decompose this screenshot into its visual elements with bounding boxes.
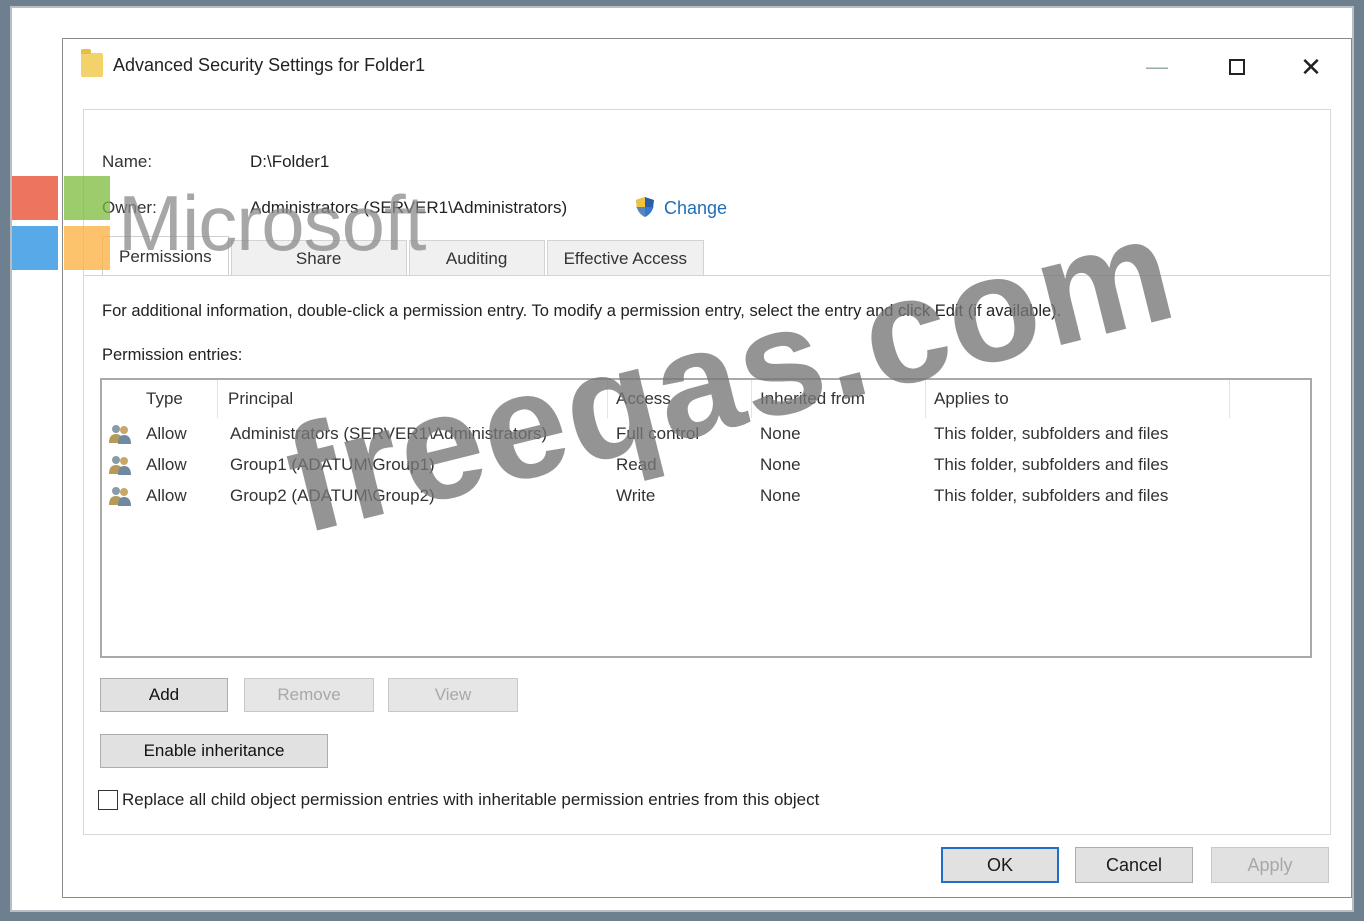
cancel-button[interactable]: Cancel [1075, 847, 1193, 883]
logo-blue-square [12, 226, 58, 270]
microsoft-logo-watermark [12, 176, 112, 272]
microsoft-watermark-text: Microsoft [118, 179, 426, 267]
remove-button[interactable]: Remove [244, 678, 374, 712]
cell-applies: This folder, subfolders and files [934, 424, 1169, 443]
tab-effective-access[interactable]: Effective Access [546, 240, 705, 276]
cell-inherited: None [760, 486, 801, 505]
uac-shield-icon [636, 197, 654, 217]
replace-child-permissions-row: Replace all child object permission entr… [98, 790, 819, 810]
apply-button[interactable]: Apply [1211, 847, 1329, 883]
users-icon [109, 456, 131, 475]
ok-button[interactable]: OK [941, 847, 1059, 883]
enable-inheritance-button[interactable]: Enable inheritance [100, 734, 328, 768]
add-button[interactable]: Add [100, 678, 228, 712]
column-type[interactable]: Type [138, 380, 218, 418]
name-label: Name: [102, 152, 153, 171]
cell-type: Allow [146, 455, 187, 474]
view-button[interactable]: View [388, 678, 518, 712]
replace-child-permissions-checkbox[interactable] [98, 790, 118, 810]
cell-type: Allow [146, 424, 187, 443]
cell-applies: This folder, subfolders and files [934, 486, 1169, 505]
users-icon [109, 487, 131, 506]
maximize-button[interactable] [1211, 47, 1263, 87]
tab-auditing[interactable]: Auditing [408, 240, 545, 276]
table-row[interactable]: Allow Group2 (ADATUM\Group2) Write None … [102, 482, 1310, 513]
permission-entries-label: Permission entries: [102, 346, 243, 364]
cell-applies: This folder, subfolders and files [934, 455, 1169, 474]
close-button[interactable]: ✕ [1285, 47, 1337, 87]
logo-yellow-square [64, 226, 110, 270]
logo-green-square [64, 176, 110, 220]
change-owner-link[interactable]: Change [664, 198, 727, 219]
logo-red-square [12, 176, 58, 220]
cell-inherited: None [760, 455, 801, 474]
name-value: D:\Folder1 [250, 152, 330, 171]
replace-child-permissions-label[interactable]: Replace all child object permission entr… [122, 790, 819, 810]
cell-type: Allow [146, 486, 187, 505]
users-icon [109, 425, 131, 444]
folder-icon [81, 49, 103, 77]
title-bar: Advanced Security Settings for Folder1 —… [63, 39, 1351, 95]
maximize-icon [1229, 59, 1245, 75]
window-title: Advanced Security Settings for Folder1 [113, 55, 426, 75]
minimize-button[interactable]: — [1131, 47, 1183, 87]
